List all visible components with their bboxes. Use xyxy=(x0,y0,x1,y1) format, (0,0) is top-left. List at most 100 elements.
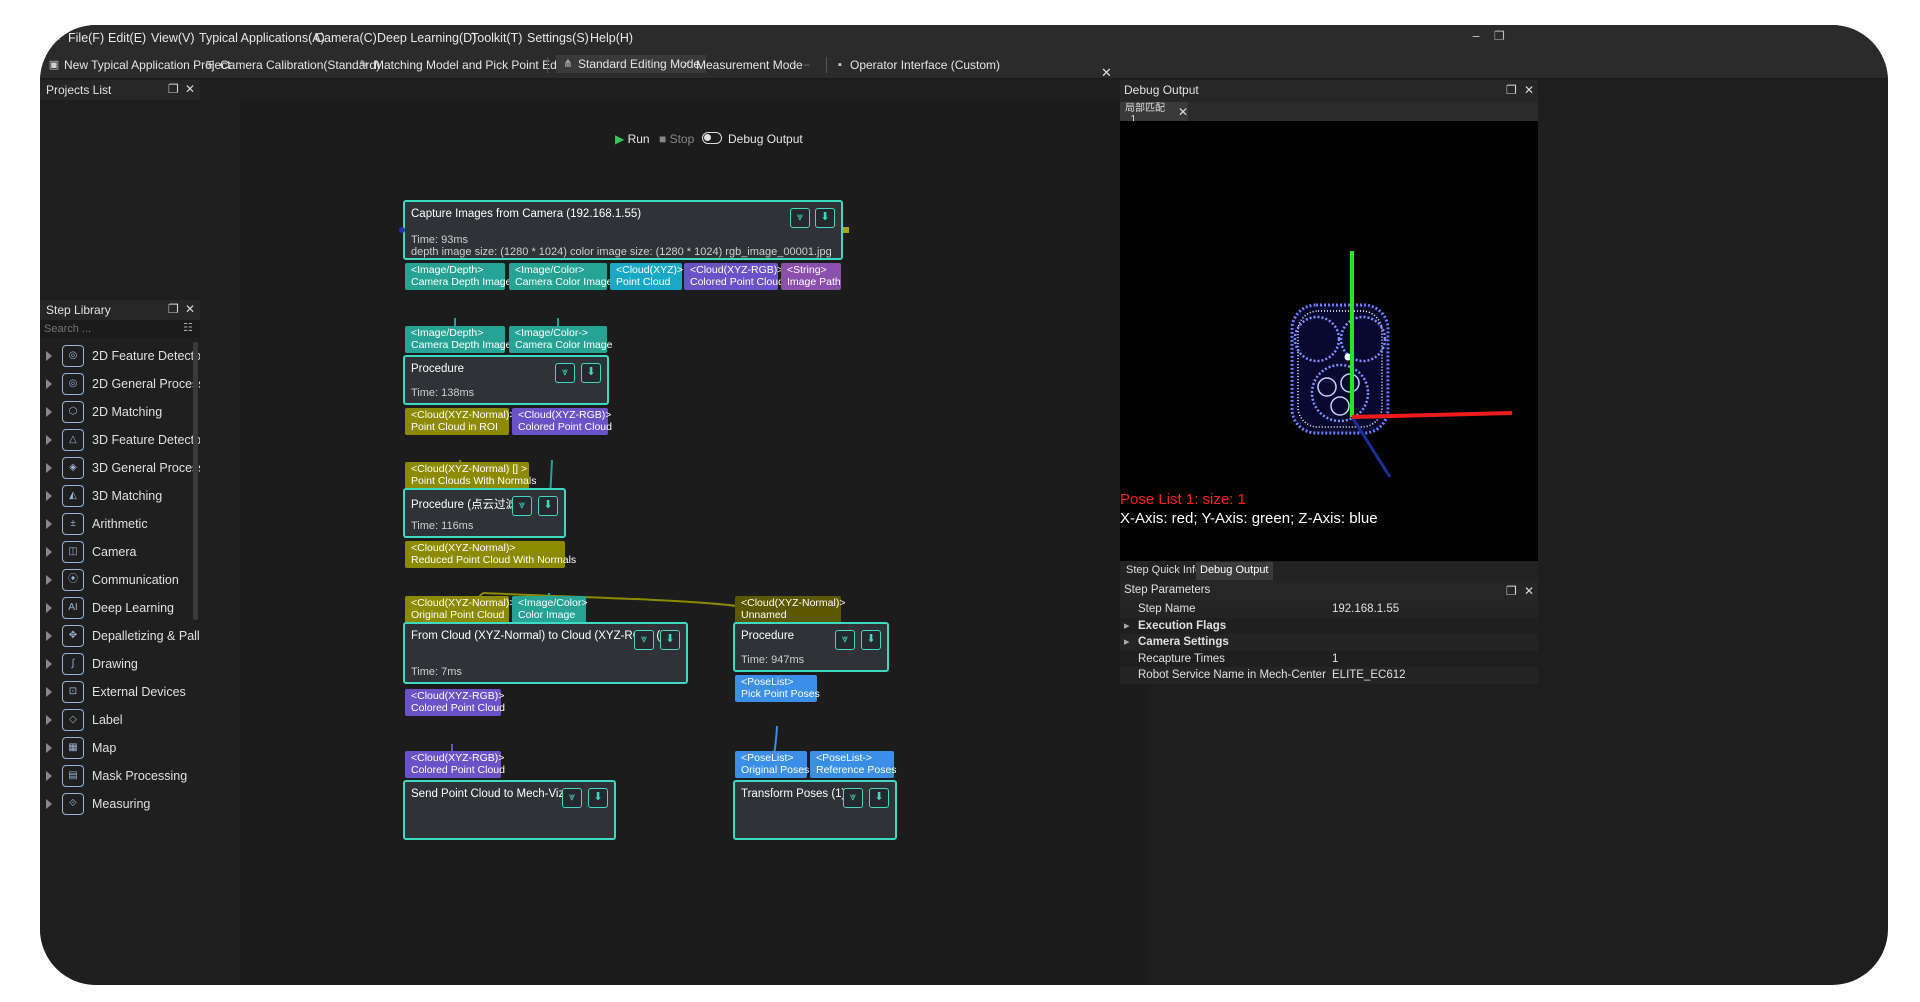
library-item[interactable]: ◎ 2D Feature Detector xyxy=(40,342,200,370)
expand-arrow-icon[interactable] xyxy=(46,771,52,781)
port-point-cloud-in-roi[interactable]: <Cloud(XYZ-Normal)> Point Cloud in ROI xyxy=(405,408,515,435)
output-connector[interactable] xyxy=(843,227,849,233)
convert-cloud-node[interactable]: From Cloud (XYZ-Normal) to Cloud (XYZ-RG… xyxy=(403,622,688,684)
download-icon[interactable]: ⬇ xyxy=(869,788,889,808)
library-item[interactable]: ◫ Camera xyxy=(40,538,200,566)
library-item[interactable]: ∫ Drawing xyxy=(40,650,200,678)
port-reduced-point-cloud[interactable]: <Cloud(XYZ-Normal)> Reduced Point Cloud W… xyxy=(405,541,576,568)
close-icon[interactable]: ✕ xyxy=(1524,584,1534,598)
port-colored-point-cloud[interactable]: <Cloud(XYZ-RGB)> Colored Point Cloud xyxy=(684,263,784,290)
menu-typical-applications[interactable]: Typical Applications(A) xyxy=(199,31,325,45)
menu-file[interactable]: File(F) xyxy=(68,31,104,45)
run-button[interactable]: ▶ Run xyxy=(615,132,650,146)
float-icon[interactable]: ❐ xyxy=(1506,83,1517,97)
menu-view[interactable]: View(V) xyxy=(151,31,195,45)
library-item[interactable]: AI Deep Learning xyxy=(40,594,200,622)
library-item[interactable]: ⟐ Measuring xyxy=(40,790,200,818)
menu-help[interactable]: Help(H) xyxy=(590,31,633,45)
port-colored-point-cloud[interactable]: <Cloud(XYZ-RGB)> Colored Point Cloud xyxy=(405,689,505,716)
expand-arrow-icon[interactable] xyxy=(46,659,52,669)
tab-debug-output[interactable]: Debug Output xyxy=(1196,562,1273,580)
matching-editor-button[interactable]: ✎ Matching Model and Pick Point Editor xyxy=(358,58,573,72)
port-unnamed[interactable]: <Cloud(XYZ-Normal)> Unnamed xyxy=(735,596,845,623)
menu-settings[interactable]: Settings(S) xyxy=(527,31,589,45)
expand-arrow-icon[interactable] xyxy=(46,491,52,501)
expand-arrow-icon[interactable] xyxy=(46,631,52,641)
library-item[interactable]: ◇ Label xyxy=(40,706,200,734)
port-point-cloud[interactable]: <Cloud(XYZ)> Point Cloud xyxy=(610,263,683,290)
parameter-row[interactable]: Recapture Times 1 xyxy=(1120,650,1538,668)
parameter-row[interactable]: ▸ Execution Flags xyxy=(1120,617,1538,635)
parameter-row[interactable]: ▸ Camera Settings xyxy=(1120,634,1538,651)
expand-arrow-icon[interactable] xyxy=(46,575,52,585)
measurement-mode-button[interactable]: ⟋ Measurement Mode xyxy=(680,58,803,72)
library-item[interactable]: ◈ 3D General Processing xyxy=(40,454,200,482)
parameter-row[interactable]: Robot Service Name in Mech-Center ELITE_E… xyxy=(1120,667,1538,684)
close-icon[interactable]: ✕ xyxy=(185,302,195,316)
expand-arrow-icon[interactable] xyxy=(46,547,52,557)
zoom-buttons[interactable]: + − xyxy=(792,58,810,72)
input-connector[interactable] xyxy=(399,227,405,233)
debug-tab[interactable]: 局部匹配_1 ✕ xyxy=(1120,102,1188,125)
port-pick-point-poses[interactable]: <PoseList> Pick Point Poses xyxy=(735,675,820,702)
port-color-image[interactable]: <Image/Color> Color Image xyxy=(512,596,587,623)
expand-arrow-icon[interactable] xyxy=(46,351,52,361)
expand-icon[interactable]: ⩔ xyxy=(562,788,582,808)
download-icon[interactable]: ⬇ xyxy=(861,630,881,650)
expand-icon[interactable]: ⩔ xyxy=(634,630,654,650)
stop-button[interactable]: ■ Stop xyxy=(659,132,694,146)
procedure-node[interactable]: Procedure Time: 138ms ⩔ ⬇ xyxy=(403,355,609,405)
port-point-clouds-with-normals[interactable]: <Cloud(XYZ-Normal) [] > Point Clouds With… xyxy=(405,462,536,489)
library-item[interactable]: ◭ 3D Matching xyxy=(40,482,200,510)
library-item[interactable]: ▤ Mask Processing xyxy=(40,762,200,790)
port-reference-poses[interactable]: <PoseList-> Reference Poses xyxy=(810,751,897,778)
expand-arrow-icon[interactable] xyxy=(46,519,52,529)
port-in-color[interactable]: <Image/Color-> Camera Color Image xyxy=(509,326,612,353)
procedure-node[interactable]: Procedure Time: 947ms ⩔ ⬇ xyxy=(733,622,889,672)
port-original-poses[interactable]: <PoseList> Original Poses xyxy=(735,751,809,778)
float-icon[interactable]: ❐ xyxy=(168,82,179,96)
expand-arrow-icon[interactable]: ▸ xyxy=(1124,635,1130,648)
library-item[interactable]: ◎ 2D General Processing xyxy=(40,370,200,398)
library-item[interactable]: △ 3D Feature Detector xyxy=(40,426,200,454)
send-point-cloud-node[interactable]: Send Point Cloud to Mech-Viz (1) ⩔ ⬇ xyxy=(403,780,616,840)
filter-icon[interactable]: ☷ xyxy=(183,321,193,334)
expand-arrow-icon[interactable] xyxy=(46,435,52,445)
close-icon[interactable]: ✕ xyxy=(1524,83,1534,97)
download-icon[interactable]: ⬇ xyxy=(815,208,835,228)
restore-icon[interactable]: ❐ xyxy=(1494,29,1505,43)
expand-arrow-icon[interactable] xyxy=(46,743,52,753)
zoom-out-icon[interactable]: − xyxy=(803,58,810,72)
step-search-box[interactable]: ☷ xyxy=(40,320,200,338)
menu-toolkit[interactable]: Toolkit(T) xyxy=(471,31,522,45)
download-icon[interactable]: ⬇ xyxy=(538,496,558,516)
parameter-value[interactable]: ELITE_EC612 xyxy=(1332,669,1406,681)
library-scrollbar[interactable] xyxy=(193,342,198,620)
port-colored-point-cloud[interactable]: <Cloud(XYZ-RGB)> Colored Point Cloud xyxy=(512,408,612,435)
close-icon[interactable]: ✕ xyxy=(1101,65,1112,81)
expand-arrow-icon[interactable] xyxy=(46,463,52,473)
library-item[interactable]: ▦ Map xyxy=(40,734,200,762)
debug-output-toggle[interactable] xyxy=(702,132,722,144)
library-item[interactable]: ± Arithmetic xyxy=(40,510,200,538)
camera-calibration-button[interactable]: ⊞ Camera Calibration(Standard) xyxy=(204,58,380,72)
transform-poses-node[interactable]: Transform Poses (1) ⩔ ⬇ xyxy=(733,780,897,840)
operator-interface-button[interactable]: ▪ Operator Interface (Custom) xyxy=(834,58,1000,72)
point-cloud-viewer[interactable]: Pose List 1: size: 1 X-Axis: red; Y-Axis… xyxy=(1120,121,1538,561)
download-icon[interactable]: ⬇ xyxy=(588,788,608,808)
expand-arrow-icon[interactable] xyxy=(46,687,52,697)
step-search-input[interactable] xyxy=(44,321,174,336)
expand-icon[interactable]: ⩔ xyxy=(555,363,575,383)
expand-icon[interactable]: ⩔ xyxy=(835,630,855,650)
graph-canvas[interactable]: ▶ Run ■ Stop Debug Output Capture Images… xyxy=(240,100,1150,985)
expand-arrow-icon[interactable] xyxy=(46,379,52,389)
library-item[interactable]: ⊡ External Devices xyxy=(40,678,200,706)
download-icon[interactable]: ⬇ xyxy=(660,630,680,650)
expand-arrow-icon[interactable]: ▸ xyxy=(1124,619,1130,632)
port-colored-point-cloud[interactable]: <Cloud(XYZ-RGB)> Colored Point Cloud xyxy=(405,751,505,778)
menu-edit[interactable]: Edit(E) xyxy=(108,31,146,45)
tab-step-quick-info[interactable]: Step Quick Info xyxy=(1122,562,1205,580)
expand-icon[interactable]: ⩔ xyxy=(843,788,863,808)
port-original-point-cloud[interactable]: <Cloud(XYZ-Normal)> Original Point Cloud xyxy=(405,596,515,623)
close-icon[interactable]: ✕ xyxy=(1178,105,1188,119)
